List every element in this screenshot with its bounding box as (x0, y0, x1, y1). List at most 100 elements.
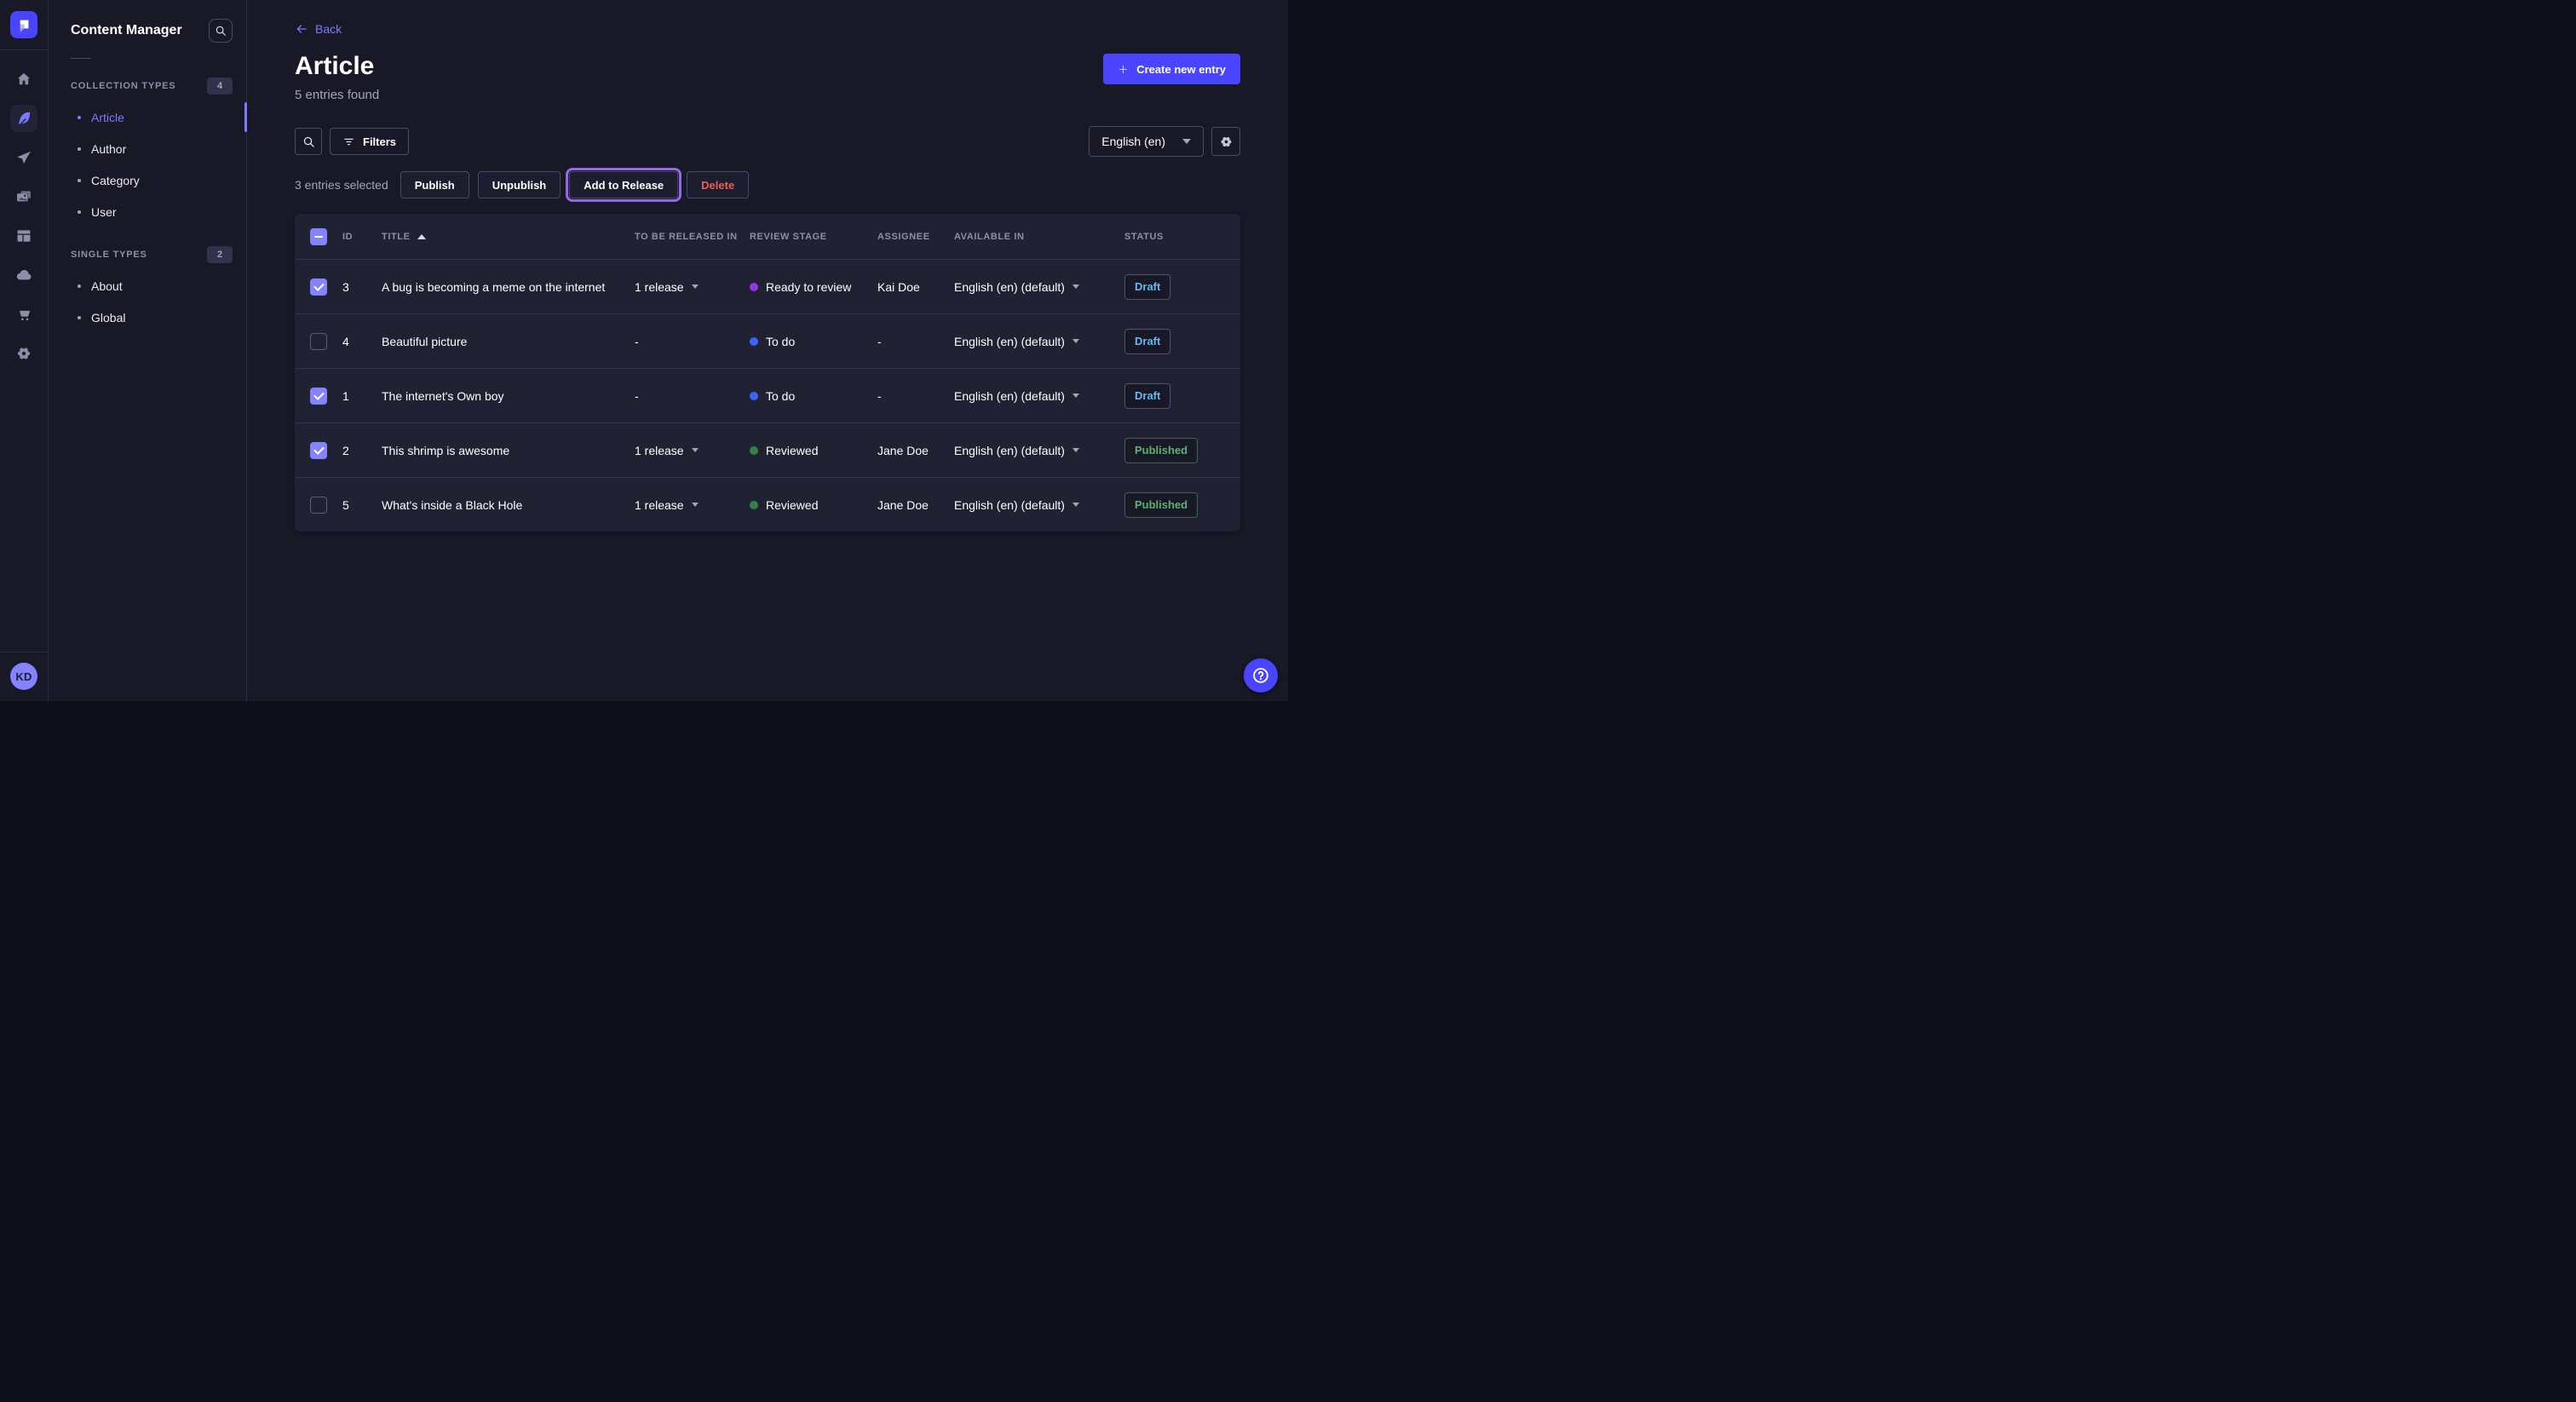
row-checkbox[interactable] (310, 279, 327, 296)
main-nav-rail: KD (0, 0, 49, 701)
strapi-logo[interactable] (10, 11, 37, 38)
delete-button[interactable]: Delete (687, 171, 749, 198)
sidebar-item-about[interactable]: About (49, 270, 246, 302)
chevron-down-icon (692, 503, 699, 507)
status-badge: Draft (1124, 383, 1170, 409)
column-header-available-in[interactable]: AVAILABLE IN (954, 232, 1124, 242)
row-checkbox[interactable] (310, 497, 327, 514)
stage-dot-icon (750, 283, 758, 291)
table-row[interactable]: 1 The internet's Own boy - To do - Engli… (295, 368, 1240, 422)
chevron-down-icon (1182, 139, 1191, 144)
chevron-down-icon (692, 284, 699, 289)
sidebar-item-label: About (91, 279, 123, 293)
status-badge: Published (1124, 492, 1198, 518)
cell-id: 1 (342, 389, 382, 403)
column-header-review-stage[interactable]: REVIEW STAGE (750, 232, 877, 242)
column-header-to-be-released-in[interactable]: TO BE RELEASED IN (635, 232, 750, 242)
status-badge: Draft (1124, 274, 1170, 300)
publish-button[interactable]: Publish (400, 171, 469, 198)
cell-release-dropdown[interactable]: 1 release (635, 444, 750, 457)
locale-select[interactable]: English (en) (1089, 126, 1204, 157)
filters-button[interactable]: Filters (330, 128, 409, 155)
cell-release: - (635, 389, 750, 403)
selection-bar: 3 entries selected Publish Unpublish Add… (295, 171, 1240, 198)
chevron-down-icon (1072, 284, 1079, 289)
rail-nav (10, 66, 37, 652)
sidebar-item-label: Article (91, 111, 124, 124)
cell-assignee: - (877, 335, 954, 348)
create-new-entry-button[interactable]: Create new entry (1103, 54, 1240, 84)
marketplace-cart-icon[interactable] (10, 301, 37, 328)
bullet-icon (78, 284, 81, 288)
cell-assignee: Jane Doe (877, 444, 954, 457)
column-header-status[interactable]: STATUS (1124, 232, 1225, 242)
cell-locale-dropdown[interactable]: English (en) (default) (954, 280, 1124, 294)
settings-gear-icon[interactable] (10, 340, 37, 367)
sidebar-item-global[interactable]: Global (49, 302, 246, 333)
cell-assignee: Jane Doe (877, 498, 954, 512)
bullet-icon (78, 147, 81, 151)
stage-dot-icon (750, 446, 758, 455)
back-label: Back (315, 22, 342, 36)
cell-release-dropdown[interactable]: 1 release (635, 498, 750, 512)
row-checkbox[interactable] (310, 388, 327, 405)
single-types-section: SINGLE TYPES 2 About Global (49, 246, 246, 333)
cell-title: This shrimp is awesome (382, 444, 635, 457)
search-icon-button[interactable] (295, 128, 322, 155)
row-checkbox[interactable] (310, 333, 327, 350)
sidebar-item-user[interactable]: User (49, 196, 246, 227)
home-icon[interactable] (10, 66, 37, 93)
cell-title: What's inside a Black Hole (382, 498, 635, 512)
column-header-assignee[interactable]: ASSIGNEE (877, 232, 954, 242)
cell-locale-dropdown[interactable]: English (en) (default) (954, 335, 1124, 348)
user-avatar[interactable]: KD (10, 663, 37, 690)
cell-locale-dropdown[interactable]: English (en) (default) (954, 444, 1124, 457)
filter-icon (342, 135, 355, 148)
unpublish-button[interactable]: Unpublish (478, 171, 561, 198)
deploy-cloud-icon[interactable] (10, 261, 37, 289)
cell-locale-dropdown[interactable]: English (en) (default) (954, 498, 1124, 512)
help-button[interactable] (1244, 658, 1278, 692)
cell-title: The internet's Own boy (382, 389, 635, 403)
sidebar-item-article[interactable]: Article (49, 101, 246, 133)
stage-dot-icon (750, 392, 758, 400)
releases-paper-plane-icon[interactable] (10, 144, 37, 171)
cell-release-dropdown[interactable]: 1 release (635, 280, 750, 294)
search-icon-button[interactable] (209, 19, 233, 43)
chevron-down-icon (1072, 503, 1079, 507)
table-row[interactable]: 3 A bug is becoming a meme on the intern… (295, 259, 1240, 313)
back-link[interactable]: Back (295, 22, 342, 36)
collection-types-section: COLLECTION TYPES 4 Article Author Catego… (49, 78, 246, 227)
table-header-row: ID TITLE TO BE RELEASED IN REVIEW STAGE … (295, 214, 1240, 259)
table-row[interactable]: 4 Beautiful picture - To do - English (e… (295, 313, 1240, 368)
sort-ascending-icon (417, 234, 426, 239)
select-all-checkbox[interactable] (310, 228, 327, 245)
bullet-icon (78, 179, 81, 182)
section-label: SINGLE TYPES (71, 250, 147, 260)
content-type-builder-layout-icon[interactable] (10, 222, 37, 250)
cell-locale-dropdown[interactable]: English (en) (default) (954, 389, 1124, 403)
cell-review-stage: To do (750, 389, 877, 403)
page-title: Article (295, 52, 379, 80)
content-manager-feather-icon[interactable] (10, 105, 37, 132)
locale-selected-value: English (en) (1101, 135, 1165, 148)
table-row[interactable]: 5 What's inside a Black Hole 1 release R… (295, 477, 1240, 531)
view-settings-gear-button[interactable] (1211, 127, 1240, 156)
row-checkbox[interactable] (310, 442, 327, 459)
cell-assignee: - (877, 389, 954, 403)
column-header-title[interactable]: TITLE (382, 232, 635, 242)
sidebar-item-author[interactable]: Author (49, 133, 246, 164)
sidebar-item-category[interactable]: Category (49, 164, 246, 196)
cell-id: 3 (342, 280, 382, 294)
cell-review-stage: Reviewed (750, 498, 877, 512)
arrow-left-icon (295, 22, 308, 36)
sidebar-title: Content Manager (71, 23, 182, 38)
cell-review-stage: Ready to review (750, 280, 877, 294)
cell-id: 5 (342, 498, 382, 512)
table-row[interactable]: 2 This shrimp is awesome 1 release Revie… (295, 422, 1240, 477)
section-count-badge: 4 (207, 78, 233, 95)
media-library-images-icon[interactable] (10, 183, 37, 210)
section-count-badge: 2 (207, 246, 233, 263)
add-to-release-button[interactable]: Add to Release (569, 171, 678, 198)
column-header-id[interactable]: ID (342, 232, 382, 242)
